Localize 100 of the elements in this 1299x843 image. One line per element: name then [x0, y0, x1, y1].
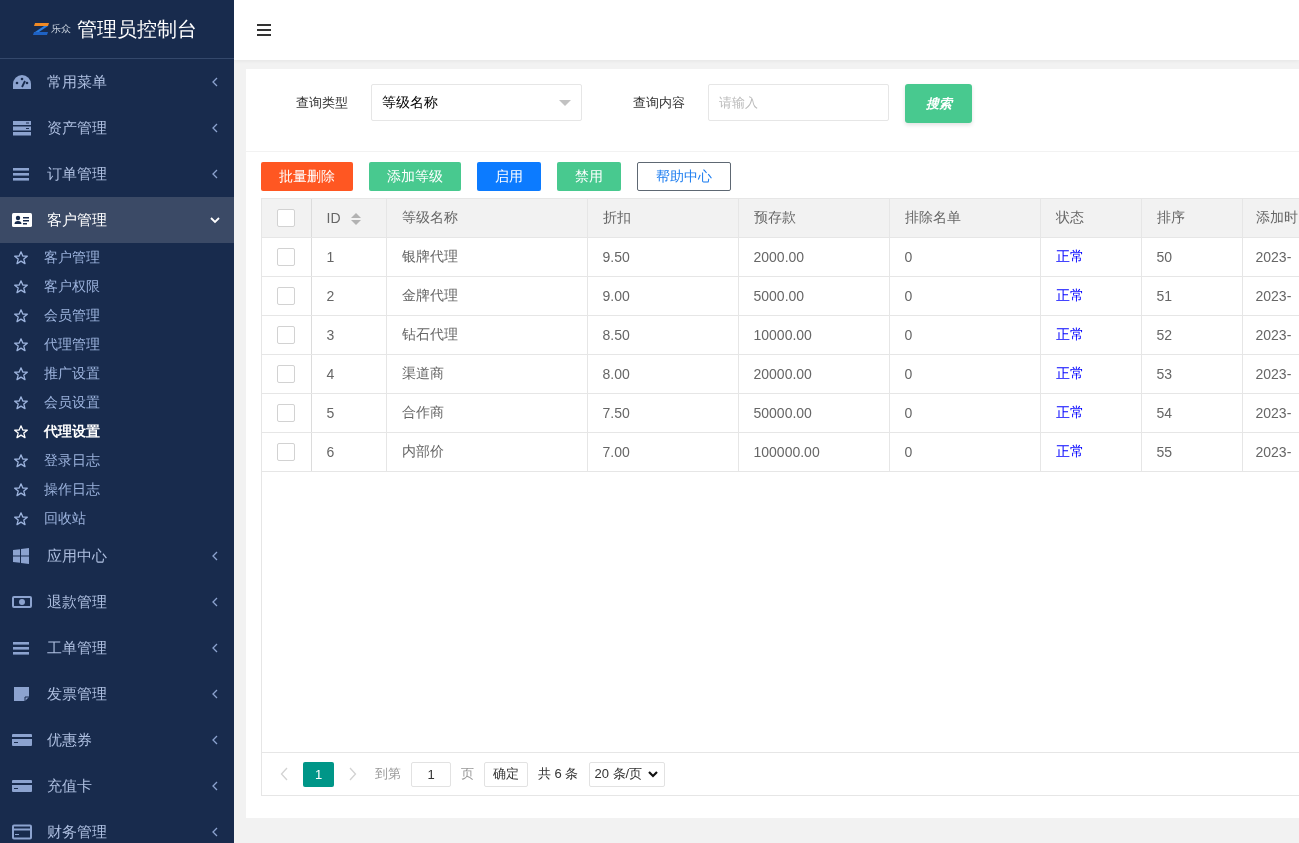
- menu-icon[interactable]: [257, 24, 271, 36]
- star-icon: [14, 279, 28, 294]
- list-icon: [12, 640, 32, 656]
- sidebar-item[interactable]: 常用菜单: [0, 59, 234, 105]
- page-input[interactable]: 1: [411, 761, 451, 787]
- page-size-select[interactable]: 20 条/页: [589, 761, 666, 787]
- confirm-button[interactable]: 确定: [484, 761, 528, 787]
- sidebar-subitem[interactable]: 回收站: [0, 504, 234, 533]
- chevron-left-icon: [212, 827, 218, 837]
- table-cell: 20000.00: [753, 366, 812, 382]
- select-all-checkbox[interactable]: [277, 209, 296, 228]
- server-icon: [12, 120, 32, 136]
- table-cell: 0: [904, 444, 913, 460]
- sidebar-subitem[interactable]: 代理管理: [0, 330, 234, 359]
- card-icon: [12, 732, 32, 748]
- table-cell: 6: [326, 444, 335, 460]
- sidebar-item[interactable]: 财务管理: [0, 809, 234, 843]
- table-cell: 9.00: [602, 288, 630, 304]
- column-header: 排序: [1156, 209, 1185, 226]
- sidebar-subitem[interactable]: 客户权限: [0, 272, 234, 301]
- sort-icon[interactable]: [350, 211, 361, 226]
- id-card-icon: [12, 212, 32, 228]
- table-cell: 7.00: [602, 444, 630, 460]
- row-checkbox[interactable]: [277, 248, 296, 267]
- row-checkbox[interactable]: [277, 326, 296, 345]
- star-icon: [14, 366, 28, 381]
- table-cell: 2000.00: [753, 249, 805, 265]
- sidebar-subitem[interactable]: 操作日志: [0, 475, 234, 504]
- sidebar-item[interactable]: 资产管理: [0, 105, 234, 151]
- chevron-left-icon: [212, 689, 218, 699]
- toolbar-button[interactable]: 启用: [477, 162, 541, 191]
- sidebar-item[interactable]: 工单管理: [0, 625, 234, 671]
- table-cell: 0: [904, 366, 913, 382]
- star-icon: [14, 511, 28, 526]
- sidebar-item[interactable]: 充值卡: [0, 763, 234, 809]
- status-text: 正常: [1055, 443, 1084, 459]
- page-button[interactable]: 1: [303, 761, 334, 787]
- table-cell: 5: [326, 405, 335, 421]
- list-icon: [12, 166, 32, 182]
- row-checkbox[interactable]: [277, 287, 296, 306]
- sidebar-item[interactable]: 优惠券: [0, 717, 234, 763]
- chevron-left-icon: [212, 123, 218, 133]
- sidebar-item[interactable]: 订单管理: [0, 151, 234, 197]
- chevron-left-icon: [212, 643, 218, 653]
- star-icon: [14, 482, 28, 497]
- pager-label: 到第: [375, 765, 401, 783]
- table-cell: 0: [904, 288, 913, 304]
- pager-label: 页: [461, 765, 474, 783]
- sidebar-subitem[interactable]: 客户管理: [0, 243, 234, 272]
- table-cell: 2023-: [1255, 444, 1292, 460]
- sidebar-subitem[interactable]: 会员管理: [0, 301, 234, 330]
- sidebar-item[interactable]: 客户管理: [0, 197, 234, 243]
- table-cell: 5000.00: [753, 288, 805, 304]
- app-title: 管理员控制台: [77, 17, 197, 41]
- sidebar-subitem[interactable]: 代理设置: [0, 417, 234, 446]
- table-cell: 9.50: [602, 249, 630, 265]
- column-header: ID: [326, 210, 341, 227]
- chevron-left-icon: [212, 551, 218, 561]
- chevron-down-icon: [210, 216, 220, 224]
- status-text: 正常: [1055, 404, 1084, 420]
- sidebar-subitem[interactable]: 登录日志: [0, 446, 234, 475]
- sidebar-item[interactable]: 发票管理: [0, 671, 234, 717]
- table-cell: 0: [904, 249, 913, 265]
- note-icon: [12, 686, 32, 702]
- logo-icon: [33, 23, 49, 35]
- sidebar-item[interactable]: 应用中心: [0, 533, 234, 579]
- total-count: 共 6 条: [538, 765, 579, 783]
- card-icon: [12, 824, 32, 840]
- table-cell: 2023-: [1255, 327, 1292, 343]
- table-cell: 7.50: [602, 405, 630, 421]
- field-label: 查询内容: [633, 94, 685, 112]
- column-header: 折扣: [602, 209, 631, 226]
- table-cell: 52: [1156, 327, 1173, 343]
- toolbar-button[interactable]: 帮助中心: [637, 162, 731, 191]
- table-cell: 内部价: [401, 443, 444, 459]
- status-text: 正常: [1055, 248, 1084, 264]
- table-cell: 银牌代理: [401, 248, 458, 264]
- sidebar-item[interactable]: 退款管理: [0, 579, 234, 625]
- row-checkbox[interactable]: [277, 365, 296, 384]
- type-select[interactable]: 等级名称: [371, 84, 582, 121]
- card-icon: [12, 778, 32, 794]
- table-cell: 渠道商: [401, 365, 444, 381]
- star-icon: [14, 250, 28, 265]
- star-icon: [14, 308, 28, 323]
- windows-icon: [12, 548, 32, 564]
- chevron-left-icon: [212, 77, 218, 87]
- column-header: 添加时: [1255, 209, 1298, 226]
- dropdown-caret-icon: [559, 99, 571, 106]
- brand-text: 乐众: [51, 23, 71, 35]
- table-cell: 2023-: [1255, 366, 1292, 382]
- sidebar-subitem[interactable]: 会员设置: [0, 388, 234, 417]
- banknote-icon: [12, 594, 32, 610]
- sidebar-subitem[interactable]: 推广设置: [0, 359, 234, 388]
- table-cell: 8.00: [602, 366, 630, 382]
- chevron-left-icon: [212, 597, 218, 607]
- row-checkbox[interactable]: [277, 443, 296, 462]
- row-checkbox[interactable]: [277, 404, 296, 423]
- chevron-left-icon: [212, 735, 218, 745]
- search-input[interactable]: 请输入: [708, 84, 889, 121]
- table-cell: 钻石代理: [401, 326, 458, 342]
